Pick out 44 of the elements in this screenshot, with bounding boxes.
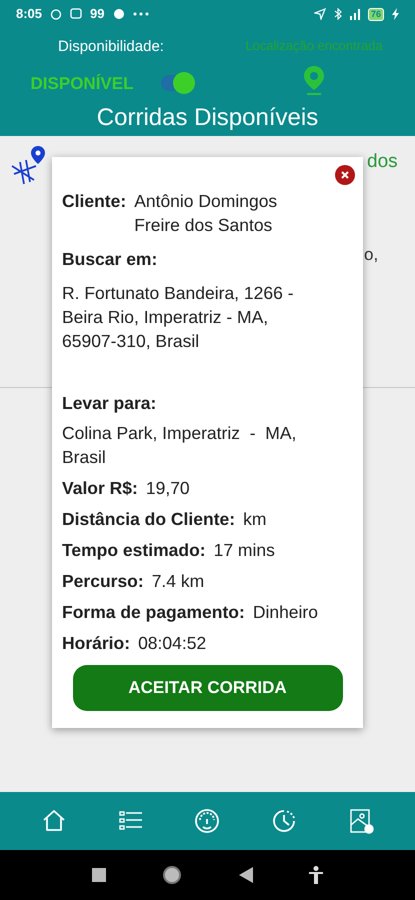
detail-value: 7.4 km	[152, 570, 204, 593]
availability-label: Disponibilidade:	[58, 37, 164, 57]
back-icon[interactable]	[238, 867, 253, 883]
ride-client-name: dos	[367, 150, 398, 174]
detail-label: Horário:	[62, 632, 130, 655]
detail-value: 19,70	[146, 477, 190, 500]
detail-value: 08:04:52	[138, 632, 206, 655]
page-title: Corridas Disponíveis	[96, 103, 318, 133]
battery-indicator: 76	[368, 8, 384, 20]
detail-label: Percurso:	[62, 570, 144, 593]
home-button-icon[interactable]	[162, 865, 182, 885]
close-button[interactable]	[335, 165, 355, 185]
charging-icon	[392, 8, 399, 20]
client-label: Cliente:	[62, 190, 126, 213]
close-icon	[340, 170, 350, 180]
detail-value: km	[243, 508, 266, 531]
circle-icon	[112, 8, 124, 20]
notification-count: 99	[90, 5, 104, 24]
pickup-address: R. Fortunato Bandeira, 1266 - Beira Rio, Imperatriz - MA, 65907-310, Brasil	[62, 282, 295, 353]
alarm-icon	[50, 8, 62, 20]
status-time: 8:05	[16, 5, 42, 24]
detail-label: Valor R$:	[62, 477, 138, 500]
detail-label: Distância do Cliente:	[62, 508, 236, 531]
more-icon	[132, 12, 148, 16]
client-name: Antônio Domingos Freire dos Santos	[134, 190, 278, 237]
ride-address: o,	[364, 244, 378, 266]
detail-value: 17 mins	[214, 539, 275, 562]
location-status: Localização encontrada	[245, 37, 383, 55]
message-icon	[70, 8, 82, 20]
availability-status: DISPONÍVEL	[30, 72, 134, 94]
dropoff-address: Colina Park, Imperatriz - MA, Brasil	[62, 422, 298, 469]
accept-ride-button[interactable]: ACEITAR CORRIDA	[72, 665, 342, 711]
detail-label: Tempo estimado:	[62, 539, 206, 562]
detail-label: Forma de pagamento:	[62, 601, 245, 624]
dropoff-label: Levar para:	[62, 392, 158, 415]
recent-apps-icon[interactable]	[92, 868, 106, 882]
bluetooth-icon	[334, 8, 342, 20]
pickup-label: Buscar em:	[62, 248, 158, 271]
gauge-icon[interactable]	[193, 807, 222, 835]
location-arrow-icon	[314, 8, 326, 20]
signal-icon	[350, 8, 360, 20]
detail-value: Dinheiro	[252, 601, 318, 624]
accessibility-icon[interactable]	[308, 866, 323, 884]
location-pin-icon	[301, 64, 327, 96]
